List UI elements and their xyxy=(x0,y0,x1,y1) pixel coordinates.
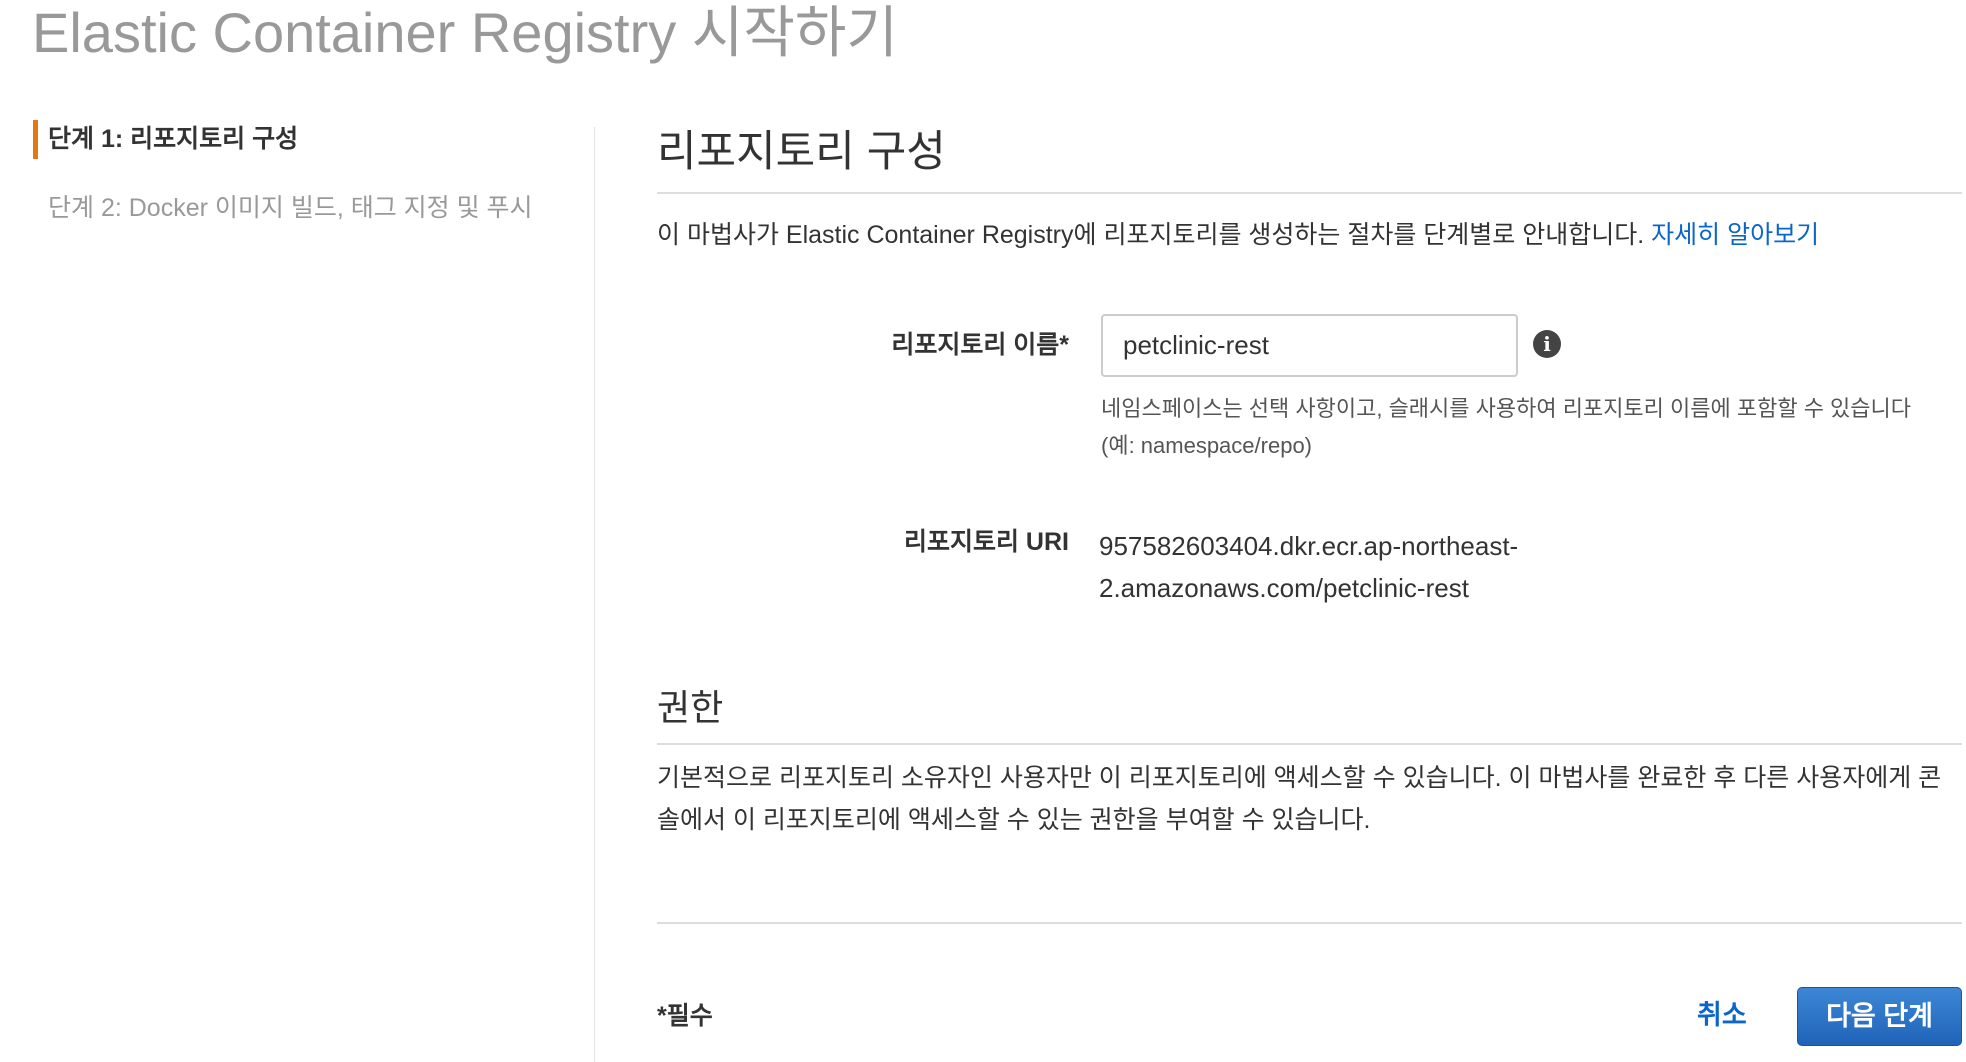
section-heading: 리포지토리 구성 xyxy=(657,128,946,176)
active-step-indicator xyxy=(33,120,38,159)
intro-text: 이 마법사가 Elastic Container Registry에 리포지토리… xyxy=(657,218,1819,252)
divider xyxy=(657,743,1962,745)
required-note: *필수 xyxy=(657,1002,713,1030)
repository-name-label: 리포지토리 이름* xyxy=(891,331,1069,359)
repository-uri-label: 리포지토리 URI xyxy=(903,528,1069,556)
learn-more-link[interactable]: 자세히 알아보기 xyxy=(1651,221,1819,249)
repository-uri-value: 957582603404.dkr.ecr.ap-northeast-2.amaz… xyxy=(1099,531,1519,603)
vertical-divider xyxy=(594,127,595,1062)
intro-body: 이 마법사가 Elastic Container Registry에 리포지토리… xyxy=(657,221,1652,249)
nav-step-1[interactable]: 단계 1: 리포지토리 구성 xyxy=(48,122,298,156)
repository-name-input[interactable] xyxy=(1101,314,1518,377)
divider xyxy=(657,922,1962,924)
next-step-button[interactable]: 다음 단계 xyxy=(1797,987,1962,1046)
cancel-button[interactable]: 취소 xyxy=(1697,996,1747,1034)
repository-name-help: 네임스페이스는 선택 사항이고, 슬래시를 사용하여 리포지토리 이름에 포함할… xyxy=(1101,396,1912,458)
page-title: Elastic Container Registry 시작하기 xyxy=(32,1,898,64)
info-icon[interactable]: i xyxy=(1533,330,1561,358)
divider xyxy=(657,192,1962,194)
nav-step-2[interactable]: 단계 2: Docker 이미지 빌드, 태그 지정 및 푸시 xyxy=(48,188,538,228)
permissions-text: 기본적으로 리포지토리 소유자인 사용자만 이 리포지토리에 액세스할 수 있습… xyxy=(657,764,1942,834)
permissions-heading: 권한 xyxy=(657,687,724,728)
